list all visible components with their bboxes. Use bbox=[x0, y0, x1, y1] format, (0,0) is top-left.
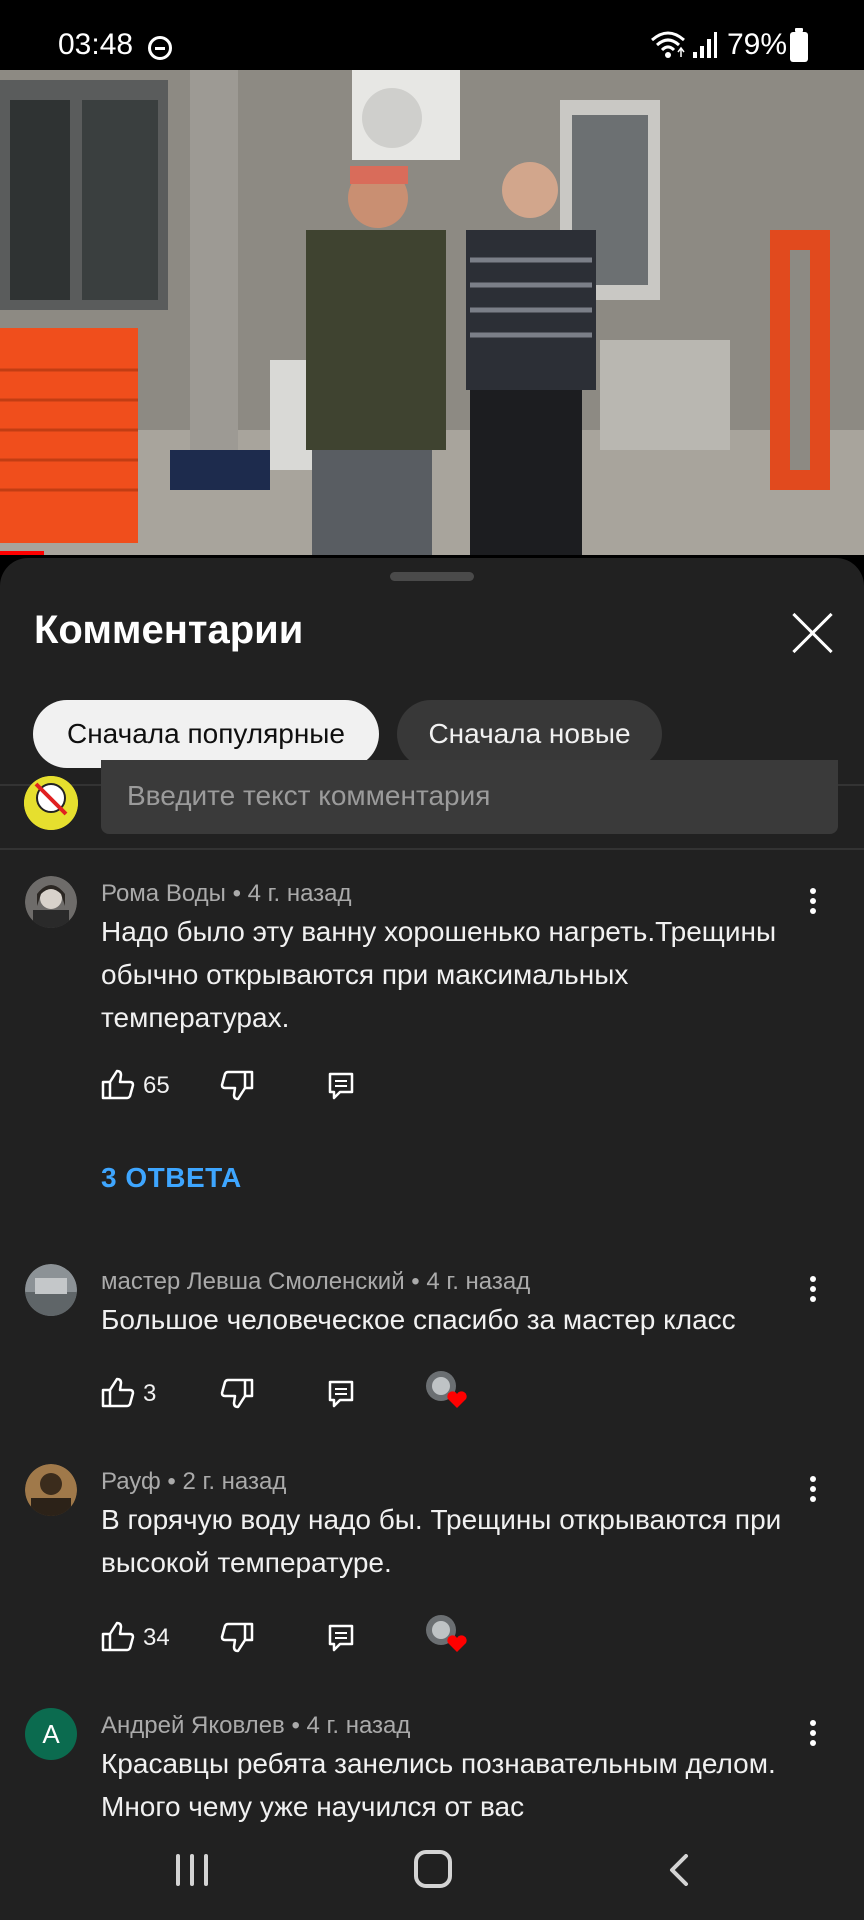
more-options-icon[interactable] bbox=[808, 888, 818, 920]
more-options-icon[interactable] bbox=[808, 1276, 818, 1308]
user-avatar bbox=[24, 776, 78, 830]
sort-chip-newest[interactable]: Сначала новые bbox=[397, 700, 662, 768]
reply-icon[interactable] bbox=[327, 1379, 355, 1409]
comment-meta: Рома Воды • 4 г. назад bbox=[101, 880, 352, 907]
dislike-icon[interactable] bbox=[220, 1378, 254, 1410]
reply-icon[interactable] bbox=[327, 1623, 355, 1653]
dnd-icon bbox=[148, 36, 172, 60]
like-count: 3 bbox=[143, 1380, 157, 1407]
reply-icon[interactable] bbox=[327, 1071, 355, 1101]
signal-icon bbox=[693, 32, 717, 58]
like-count: 65 bbox=[143, 1072, 170, 1099]
back-icon[interactable] bbox=[666, 1854, 692, 1886]
avatar[interactable] bbox=[25, 876, 77, 928]
close-icon[interactable] bbox=[790, 610, 836, 656]
comment-input[interactable]: Введите текст комментария bbox=[101, 760, 838, 834]
status-bar: 03:48 79% bbox=[0, 0, 864, 70]
comment-text: Красавцы ребята занелись познавательным … bbox=[101, 1748, 776, 1822]
recents-icon[interactable] bbox=[174, 1854, 210, 1886]
wifi-icon bbox=[651, 31, 685, 58]
drag-handle[interactable] bbox=[390, 572, 474, 581]
creator-heart-icon bbox=[426, 1615, 467, 1652]
avatar[interactable] bbox=[25, 1264, 77, 1316]
avatar[interactable]: А bbox=[25, 1708, 77, 1760]
dislike-icon[interactable] bbox=[220, 1070, 254, 1102]
battery-icon bbox=[790, 28, 808, 62]
home-icon[interactable] bbox=[414, 1850, 452, 1888]
more-options-icon[interactable] bbox=[808, 1720, 818, 1752]
sort-chip-popular[interactable]: Сначала популярные bbox=[33, 700, 379, 768]
comment-meta: Рауф • 2 г. назад bbox=[101, 1468, 287, 1495]
video-frame bbox=[0, 70, 864, 555]
comment-meta: Андрей Яковлев • 4 г. назад bbox=[101, 1712, 411, 1739]
dislike-icon[interactable] bbox=[220, 1622, 254, 1654]
comment-text: Большое человеческое спасибо за мастер к… bbox=[101, 1304, 736, 1335]
view-replies-link[interactable]: 3 ОТВЕТА bbox=[101, 1162, 242, 1194]
panel-title: Комментарии bbox=[34, 608, 304, 652]
battery-percentage: 79% bbox=[727, 28, 788, 61]
like-icon[interactable] bbox=[101, 1376, 135, 1408]
like-icon[interactable] bbox=[101, 1620, 135, 1652]
comment-text: В горячую воду надо бы. Трещины открываю… bbox=[101, 1504, 782, 1578]
video-progress-bar[interactable] bbox=[0, 551, 44, 555]
status-time: 03:48 bbox=[58, 28, 134, 61]
like-icon[interactable] bbox=[101, 1068, 135, 1100]
video-player[interactable] bbox=[0, 70, 864, 555]
more-options-icon[interactable] bbox=[808, 1476, 818, 1508]
like-count: 34 bbox=[143, 1624, 170, 1651]
divider bbox=[0, 848, 864, 850]
comment-meta: мастер Левша Смоленский • 4 г. назад bbox=[101, 1268, 531, 1295]
creator-heart-icon bbox=[426, 1371, 467, 1408]
comment-text: Надо было эту ванну хорошенько нагреть.Т… bbox=[101, 916, 777, 1033]
system-navigation-bar bbox=[0, 1840, 864, 1920]
comments-panel: Комментарии Сначала популярные Сначала н… bbox=[0, 558, 864, 1840]
avatar[interactable] bbox=[25, 1464, 77, 1516]
